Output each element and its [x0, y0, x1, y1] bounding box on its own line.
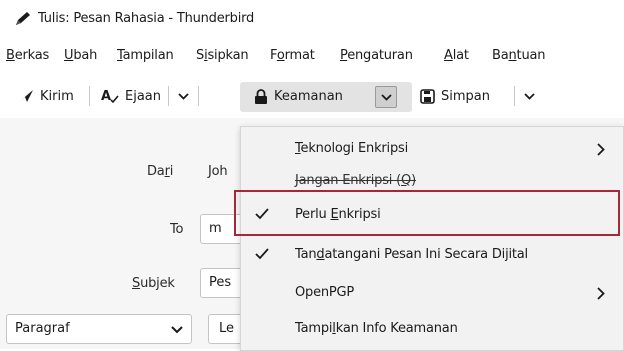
menu-sisipkan[interactable]: Sisipkan — [196, 48, 249, 63]
from-label: Dari — [147, 164, 174, 179]
save-label: Simpan — [441, 88, 490, 104]
send-button[interactable]: Kirim — [18, 82, 74, 110]
menu-item-digitally-sign[interactable]: Tandatangani Pesan Ini Secara Dijital — [241, 239, 623, 273]
menu-ubah[interactable]: Ubah — [64, 48, 97, 63]
security-button[interactable]: Keamanan — [254, 82, 343, 110]
chevron-down-icon — [380, 93, 392, 101]
menu-item-show-security-info[interactable]: Tampilkan Info Keamanan — [241, 313, 623, 347]
menu-bantuan[interactable]: Bantuan — [492, 48, 545, 63]
lock-icon — [255, 88, 267, 104]
security-menu: Teknologi Enkripsi Jangan Enkripsi (Q) P… — [240, 126, 624, 351]
spelling-dropdown-chevron[interactable] — [172, 82, 194, 110]
subject-value: Pes — [209, 275, 232, 290]
chevron-down-icon — [523, 92, 535, 100]
svg-text:A: A — [101, 89, 111, 104]
menu-bar: Berkas Ubah Tampilan Sisipkan Format Pen… — [0, 38, 624, 74]
save-button[interactable]: Simpan — [420, 82, 490, 110]
title-bar: Tulis: Pesan Rahasia - Thunderbird — [0, 0, 624, 38]
subject-label: Subjek — [132, 276, 175, 291]
save-dropdown-chevron[interactable] — [518, 82, 540, 110]
spelling-button[interactable]: A Ejaan — [101, 82, 161, 110]
paragraph-format-select[interactable]: Paragraf — [6, 314, 192, 344]
menu-alat[interactable]: Alat — [444, 48, 469, 63]
font-select-value: Le — [219, 321, 235, 336]
send-icon — [19, 90, 33, 102]
menu-tampilan[interactable]: Tampilan — [117, 48, 174, 63]
toolbar-separator — [514, 86, 515, 106]
chevron-right-icon — [597, 287, 605, 304]
security-label: Keamanan — [274, 88, 343, 104]
send-label: Kirim — [40, 88, 74, 104]
toolbar-separator — [168, 86, 169, 106]
chevron-down-icon — [171, 323, 183, 338]
menu-item-encryption-technology[interactable]: Teknologi Enkripsi — [241, 133, 623, 167]
menu-item-label: Tampilkan Info Keamanan — [295, 321, 458, 336]
menu-pengaturan[interactable]: Pengaturan — [340, 48, 413, 63]
menu-berkas[interactable]: Berkas — [6, 48, 49, 63]
menu-item-openpgp[interactable]: OpenPGP — [241, 277, 623, 311]
toolbar-separator — [198, 86, 199, 106]
menu-format[interactable]: Format — [270, 48, 315, 63]
highlight-box — [234, 190, 620, 236]
toolbar-separator — [89, 86, 90, 106]
pencil-icon — [14, 11, 32, 27]
from-value[interactable]: Joh — [208, 164, 228, 179]
spellcheck-icon: A — [101, 89, 119, 104]
chevron-down-icon — [177, 92, 189, 100]
checkmark-icon — [255, 248, 269, 264]
spelling-label: Ejaan — [125, 88, 161, 104]
paragraph-format-value: Paragraf — [15, 321, 70, 336]
menu-item-label: Jangan Enkripsi (Q) — [295, 173, 416, 188]
menu-item-label: Teknologi Enkripsi — [295, 141, 409, 156]
window-title: Tulis: Pesan Rahasia - Thunderbird — [38, 11, 255, 26]
save-icon — [420, 88, 435, 104]
security-dropdown-chevron[interactable] — [375, 86, 397, 108]
to-value: m — [209, 221, 222, 236]
menu-item-label: Tandatangani Pesan Ini Secara Dijital — [295, 247, 528, 262]
chevron-right-icon — [597, 143, 605, 160]
menu-item-label: OpenPGP — [295, 285, 355, 300]
to-label: To — [170, 222, 184, 237]
compose-toolbar: Kirim A Ejaan Keamanan Simpan — [0, 74, 624, 118]
